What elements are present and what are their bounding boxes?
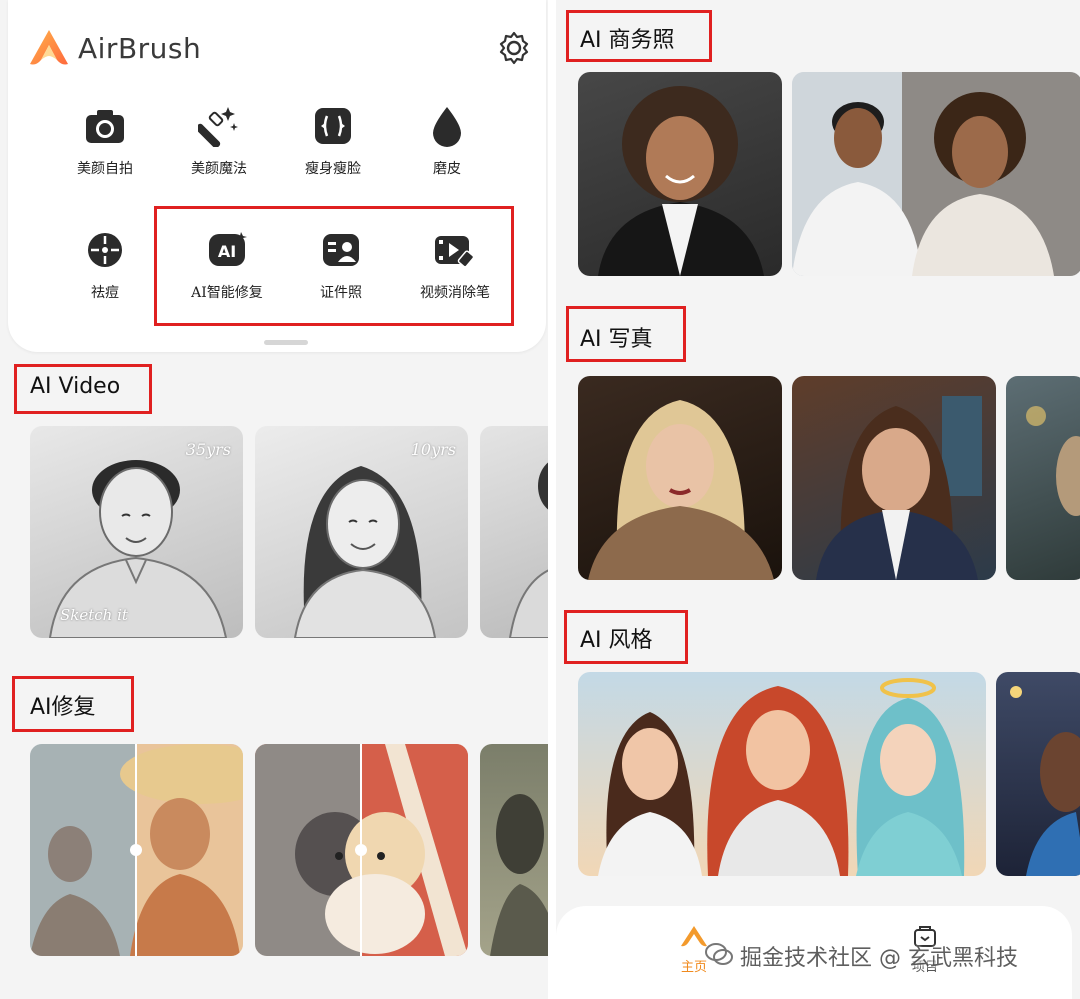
tool-slim[interactable]: 瘦身瘦脸 <box>278 104 388 178</box>
section-title-ai-business: AI 商务照 <box>580 28 675 53</box>
video-card-partial[interactable] <box>480 426 548 638</box>
repair-before-after-partial <box>490 794 548 956</box>
age-badge: 10yrs <box>410 440 456 459</box>
tool-label: 磨皮 <box>433 161 461 177</box>
acne-icon <box>83 228 127 272</box>
panel-separator <box>548 0 556 999</box>
style-three-characters <box>598 678 965 876</box>
tool-acne[interactable]: 祛痘 <box>50 228 160 302</box>
portrait-partial <box>1026 406 1080 516</box>
repair-card-beach[interactable] <box>30 744 243 956</box>
repair-card-partial[interactable] <box>480 744 548 956</box>
repair-before-after-beach <box>30 744 243 956</box>
tool-beauty-magic[interactable]: 美颜魔法 <box>164 104 274 178</box>
highlight-ai-tools <box>154 206 514 326</box>
business-card-couple[interactable] <box>792 72 1080 276</box>
repair-card-dog[interactable] <box>255 744 468 956</box>
portrait-brunette-woman <box>816 396 982 580</box>
section-title-ai-style: AI 风格 <box>580 628 653 653</box>
right-panel: AI 商务照 AI 写真 AI 风格 主页 项目 <box>556 0 1080 999</box>
app-name: AirBrush <box>78 31 202 65</box>
video-card-girl[interactable]: 10yrs <box>255 426 468 638</box>
style-partial <box>1010 686 1080 876</box>
slim-icon <box>311 104 355 148</box>
section-title-ai-repair: AI修复 <box>30 695 96 720</box>
portrait-card-partial[interactable] <box>1006 376 1080 580</box>
tool-label: 祛痘 <box>91 285 119 301</box>
style-card-partial[interactable] <box>996 672 1080 876</box>
watermark-text: 掘金技术社区 @ 玄武黑科技 <box>740 946 1018 971</box>
gear-icon[interactable] <box>496 30 532 66</box>
app-logo: AirBrush <box>28 28 201 68</box>
section-title-ai-video: AI Video <box>30 374 121 399</box>
age-badge: 35yrs <box>185 440 231 459</box>
tool-label: 美颜自拍 <box>77 161 133 177</box>
wechat-icon <box>705 943 733 965</box>
airbrush-logo-icon <box>30 30 68 65</box>
tool-beauty-selfie[interactable]: 美颜自拍 <box>50 104 160 178</box>
camera-icon <box>83 104 127 148</box>
left-panel: AirBrush 美颜自拍 美颜魔法 瘦身瘦脸 磨皮 祛痘 AI AI智能修复 … <box>0 0 548 999</box>
portrait-card-blonde[interactable] <box>578 376 782 580</box>
video-caption: Sketch it <box>60 606 128 624</box>
video-card-man[interactable]: 35yrs Sketch it <box>30 426 243 638</box>
portrait-card-brunette[interactable] <box>792 376 996 580</box>
drag-handle[interactable] <box>264 340 308 345</box>
business-portrait-couple <box>792 72 1080 276</box>
magic-wand-icon <box>197 104 241 148</box>
tool-label: 瘦身瘦脸 <box>305 161 361 177</box>
style-card-trio[interactable] <box>578 672 986 876</box>
repair-before-after-dog <box>255 744 468 956</box>
business-portrait-woman <box>598 86 764 276</box>
app-screenshot: AirBrush 美颜自拍 美颜魔法 瘦身瘦脸 磨皮 祛痘 AI AI智能修复 … <box>0 0 1080 999</box>
section-title-ai-portrait: AI 写真 <box>580 327 653 352</box>
drop-icon <box>425 104 469 148</box>
tool-smooth-skin[interactable]: 磨皮 <box>392 104 502 178</box>
business-card-woman[interactable] <box>578 72 782 276</box>
portrait-blonde-woman <box>588 400 774 580</box>
sketch-portrait-partial <box>508 462 548 638</box>
tool-label: 美颜魔法 <box>191 161 247 177</box>
